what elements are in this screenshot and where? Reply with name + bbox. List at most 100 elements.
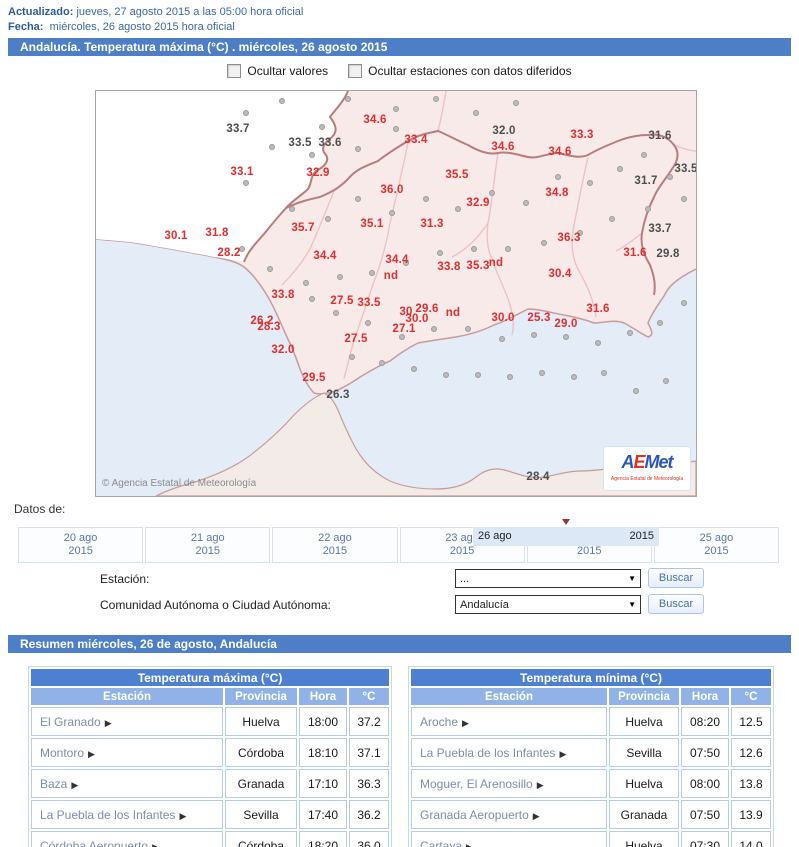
station-temp-value: 28.2 bbox=[217, 247, 241, 259]
column-header-0: Estación bbox=[411, 688, 607, 705]
station-link[interactable]: Granada Aeropuerto ▶ bbox=[411, 800, 607, 829]
province-cell: Córdoba bbox=[225, 831, 297, 847]
station-temp-value: 34.4 bbox=[385, 254, 409, 266]
province-cell: Granada bbox=[225, 769, 297, 798]
table-row: La Puebla de los Infantes ▶ Sevilla 07:50 12… bbox=[411, 738, 771, 767]
station-dot bbox=[355, 196, 361, 202]
tab-date-line1: 21 ago bbox=[190, 532, 225, 544]
station-temp-value-deferred: 28.4 bbox=[526, 471, 550, 483]
station-link[interactable]: Aroche ▶ bbox=[411, 707, 607, 736]
station-link[interactable]: La Puebla de los Infantes ▶ bbox=[411, 738, 607, 767]
hide-values-checkbox[interactable] bbox=[227, 64, 242, 78]
aemet-logo-text: AEMet bbox=[621, 452, 673, 472]
tab-date-line2: 2015 bbox=[68, 545, 93, 557]
province-cell: Huelva bbox=[609, 769, 679, 798]
table-row: Cartaya ▶ Huelva 07:30 14.0 bbox=[411, 831, 771, 847]
station-temp-value-deferred: 33.6 bbox=[318, 137, 342, 149]
hide-deferred-checkbox[interactable] bbox=[348, 64, 363, 78]
station-dot bbox=[465, 326, 471, 332]
station-temp-value-deferred: 31.7 bbox=[634, 175, 658, 187]
station-dot bbox=[657, 320, 663, 326]
map-background bbox=[96, 91, 696, 496]
station-dot bbox=[411, 366, 417, 372]
column-header-1: Provincia bbox=[225, 688, 297, 705]
station-dot bbox=[379, 360, 385, 366]
hour-cell: 08:00 bbox=[681, 769, 729, 798]
station-link[interactable]: Baza ▶ bbox=[31, 769, 223, 798]
station-dot bbox=[431, 326, 437, 332]
station-temp-value-deferred: 31.6 bbox=[648, 130, 672, 142]
station-temp-value: 33.1 bbox=[230, 166, 254, 178]
station-temp-value: 33.8 bbox=[271, 289, 295, 301]
station-dot bbox=[471, 246, 477, 252]
station-temp-value: 35.1 bbox=[360, 218, 384, 230]
updated-line: Actualizado: jueves, 27 agosto 2015 a la… bbox=[8, 5, 303, 20]
temp-cell: 36.2 bbox=[349, 800, 389, 829]
station-dot bbox=[667, 174, 673, 180]
station-dot bbox=[393, 106, 399, 112]
right-arrow-icon: ▶ bbox=[104, 717, 112, 728]
station-select[interactable]: ... ▼ bbox=[455, 569, 641, 588]
station-dot bbox=[279, 98, 285, 104]
station-dot bbox=[507, 374, 513, 380]
station-link[interactable]: Cartaya ▶ bbox=[411, 831, 607, 847]
station-temp-value-deferred: 29.8 bbox=[656, 248, 680, 260]
temp-cell: 37.1 bbox=[349, 738, 389, 767]
station-link[interactable]: Córdoba Aeropuerto ▶ bbox=[31, 831, 223, 847]
station-dot bbox=[681, 300, 687, 306]
station-search-button[interactable]: Buscar bbox=[648, 568, 704, 588]
updated-value: jueves, 27 agosto 2015 a las 05:00 hora … bbox=[76, 6, 304, 18]
hour-cell: 07:30 bbox=[681, 831, 729, 847]
temp-cell: 36.0 bbox=[349, 831, 389, 847]
station-dot bbox=[505, 246, 511, 252]
temp-cell: 36.3 bbox=[349, 769, 389, 798]
station-link[interactable]: El Granado ▶ bbox=[31, 707, 223, 736]
temp-cell: 13.9 bbox=[731, 800, 771, 829]
station-dot bbox=[473, 110, 479, 116]
hour-cell: 08:20 bbox=[681, 707, 729, 736]
selected-tab-marker-icon bbox=[562, 519, 570, 525]
station-temp-value: 30.0 bbox=[491, 312, 515, 324]
temp-cell: 13.8 bbox=[731, 769, 771, 798]
date-tab-21-ago[interactable]: 21 ago 2015 bbox=[145, 527, 271, 563]
station-temp-value: 30.4 bbox=[548, 268, 572, 280]
tab-date-line2: 2015 bbox=[629, 530, 654, 542]
date-tab-22-ago[interactable]: 22 ago 2015 bbox=[272, 527, 398, 563]
min-temperature-table: Temperatura mínima (°C) Estación Provincia… bbox=[408, 666, 774, 847]
station-temp-value: 32.9 bbox=[466, 197, 490, 209]
right-arrow-icon: ▶ bbox=[466, 841, 473, 847]
station-dot bbox=[309, 152, 315, 158]
max-temperature-table: Temperatura máxima (°C) Estación Provincia… bbox=[28, 666, 392, 847]
date-tab-26-ago[interactable]: 26 ago 2015 bbox=[473, 519, 659, 546]
station-dot bbox=[325, 216, 331, 222]
hour-cell: 07:50 bbox=[681, 800, 729, 829]
table-row: Montoro ▶ Córdoba 18:10 37.1 bbox=[31, 738, 389, 767]
community-search-button[interactable]: Buscar bbox=[648, 594, 704, 614]
station-link[interactable]: Montoro ▶ bbox=[31, 738, 223, 767]
station-dot bbox=[437, 250, 443, 256]
station-temp-value: 32.9 bbox=[306, 167, 330, 179]
station-link[interactable]: La Puebla de los Infantes ▶ bbox=[31, 800, 223, 829]
date-tab-20-ago[interactable]: 20 ago 2015 bbox=[18, 527, 144, 563]
station-temp-value: 31.6 bbox=[623, 247, 647, 259]
updated-label: Actualizado: bbox=[8, 6, 74, 18]
station-dot bbox=[345, 96, 351, 102]
date-line: Fecha: miércoles, 26 agosto 2015 hora of… bbox=[8, 20, 303, 35]
station-select-value: ... bbox=[460, 572, 470, 585]
tab-date-line2: 2015 bbox=[449, 545, 475, 557]
column-header-0: Estación bbox=[31, 688, 223, 705]
station-temp-value: 31.3 bbox=[420, 218, 444, 230]
station-link[interactable]: Moguer, El Arenosillo ▶ bbox=[411, 769, 607, 798]
hide-deferred-option[interactable]: Ocultar estaciones con datos diferidos bbox=[348, 64, 572, 78]
temp-cell: 12.6 bbox=[731, 738, 771, 767]
station-dot bbox=[663, 378, 669, 384]
station-temp-value: 34.6 bbox=[491, 141, 515, 153]
date-tab-25-ago[interactable]: 25 ago 2015 bbox=[653, 527, 780, 563]
station-dot bbox=[369, 270, 375, 276]
community-select[interactable]: Andalucía ▼ bbox=[455, 595, 641, 614]
tab-date-line2: 2015 bbox=[704, 545, 729, 557]
station-temp-value: 25.3 bbox=[527, 312, 551, 324]
table-title: Temperatura mínima (°C) bbox=[411, 669, 771, 686]
hide-values-option[interactable]: Ocultar valores bbox=[227, 64, 328, 78]
hide-deferred-label: Ocultar estaciones con datos diferidos bbox=[368, 64, 572, 78]
